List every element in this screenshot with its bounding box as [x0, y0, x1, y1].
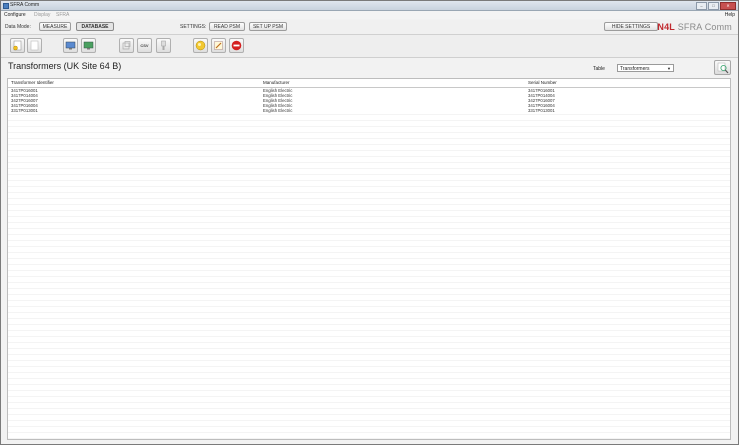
transformer-table: Transformer Identifier Manufacturer Seri… — [7, 78, 731, 440]
export-button[interactable] — [81, 38, 96, 53]
app-icon — [3, 3, 9, 9]
column-header-identifier[interactable]: Transformer Identifier — [11, 80, 54, 85]
data-mode-label: Data Mode: — [5, 24, 31, 30]
table-select-value: Transformers — [620, 66, 650, 72]
title-bar: SFRA Comm – □ ✕ — [1, 1, 738, 11]
apply-button[interactable] — [193, 38, 208, 53]
chevron-down-icon: ▼ — [667, 66, 671, 71]
monitor-import-icon — [65, 41, 76, 50]
brand-logo: N4L SFRA Comm — [657, 22, 732, 32]
table-select[interactable]: Transformers ▼ — [617, 64, 674, 72]
menu-help[interactable]: Help — [725, 12, 735, 18]
window-controls: – □ ✕ — [696, 2, 736, 10]
import-button[interactable] — [63, 38, 78, 53]
table-row[interactable]: 3317P013001 English Electric 3317P013001 — [8, 108, 730, 113]
new-record-button[interactable] — [10, 38, 25, 53]
mode-bar: Data Mode: MEASURE DATABASE SETTINGS: RE… — [1, 20, 738, 35]
delete-button[interactable] — [229, 38, 244, 53]
setup-psm-button[interactable]: SET UP PSM — [249, 22, 287, 31]
column-header-serial[interactable]: Serial Number — [528, 80, 557, 85]
csv-export-button[interactable]: CSV — [137, 38, 152, 53]
stop-icon — [231, 40, 242, 51]
table-header: Transformer Identifier Manufacturer Seri… — [8, 79, 730, 88]
cell-identifier: 3317P013001 — [11, 108, 38, 113]
column-header-manufacturer[interactable]: Manufacturer — [263, 80, 290, 85]
edit-pencil-icon — [214, 41, 223, 50]
edit-button[interactable] — [211, 38, 226, 53]
new-document-icon — [13, 40, 22, 51]
search-button[interactable] — [714, 60, 731, 75]
maximize-icon[interactable]: □ — [708, 2, 719, 10]
copy-icon — [122, 41, 131, 50]
menu-display[interactable]: Display — [34, 12, 50, 18]
page-title: Transformers (UK Site 64 B) — [8, 61, 122, 71]
brand-product: SFRA Comm — [677, 22, 732, 32]
read-psm-button[interactable]: READ PSM — [209, 22, 245, 31]
window-title: SFRA Comm — [10, 2, 40, 8]
yellow-circle-icon — [195, 40, 206, 51]
database-button[interactable]: DATABASE — [76, 22, 114, 31]
close-icon[interactable]: ✕ — [720, 2, 736, 10]
app-window: SFRA Comm – □ ✕ Configure Display SFRA H… — [0, 0, 739, 445]
minimize-icon[interactable]: – — [696, 2, 707, 10]
cell-serial: 3317P013001 — [528, 108, 555, 113]
brand-n4l: N4L — [657, 22, 675, 32]
document-icon — [30, 40, 39, 51]
usb-button[interactable] — [156, 38, 171, 53]
blank-record-button[interactable] — [27, 38, 42, 53]
measure-button[interactable]: MEASURE — [39, 22, 71, 31]
magnifier-icon — [717, 62, 728, 73]
toolbar: CSV — [1, 35, 738, 58]
menu-sfra[interactable]: SFRA — [56, 12, 69, 18]
main-panel: Transformers (UK Site 64 B) Table Transf… — [1, 58, 738, 444]
usb-icon — [161, 40, 166, 50]
table-label: Table — [593, 66, 605, 72]
csv-label: CSV — [140, 43, 149, 48]
cell-manufacturer: English Electric — [263, 108, 293, 113]
menu-bar: Configure Display SFRA Help — [1, 11, 738, 19]
monitor-export-icon — [83, 41, 94, 50]
menu-configure[interactable]: Configure — [4, 12, 26, 18]
settings-label: SETTINGS: — [180, 24, 207, 30]
copy-button[interactable] — [119, 38, 134, 53]
hide-settings-button[interactable]: HIDE SETTINGS — [604, 22, 658, 31]
